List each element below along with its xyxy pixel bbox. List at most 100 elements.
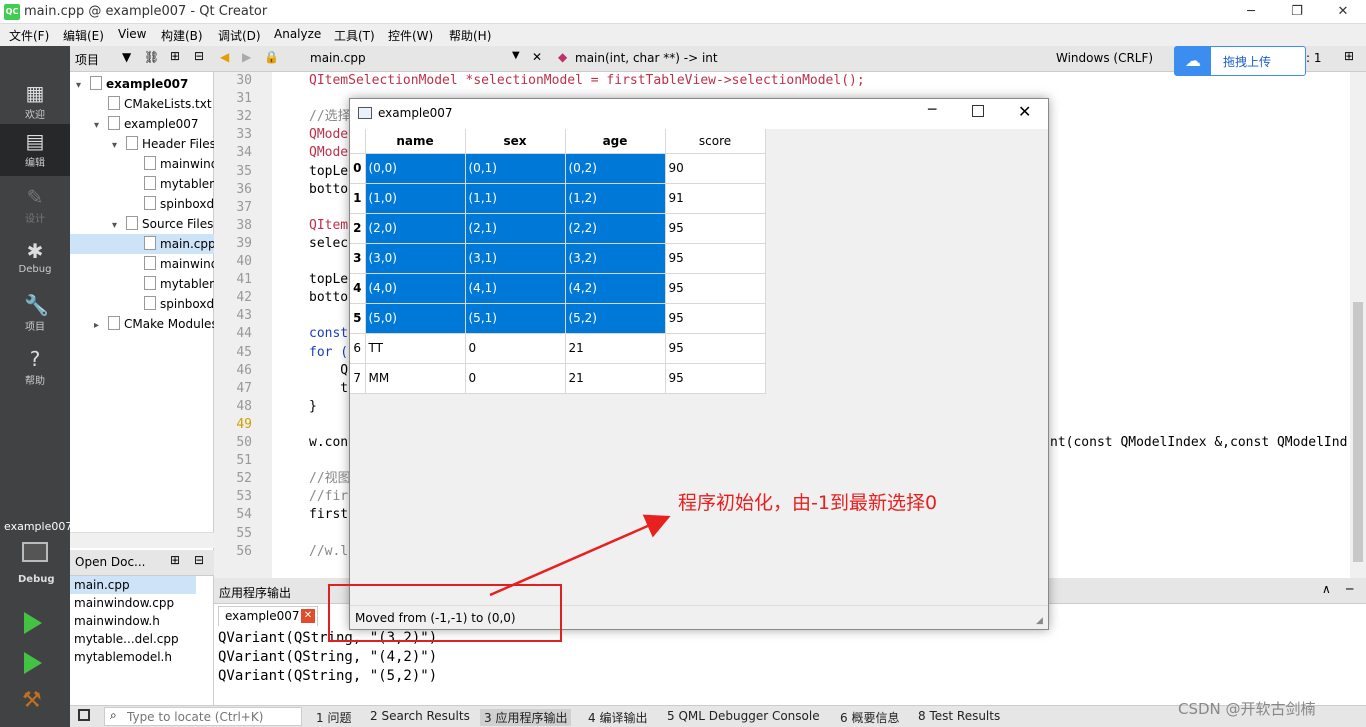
close-pane-icon[interactable]: ─ — [1346, 582, 1353, 596]
menu-tools[interactable]: 工具(T) — [334, 27, 375, 44]
row-header[interactable]: 1 — [350, 183, 366, 214]
code-line-tail[interactable]: nt(const QModelIndex &,const QModelInd — [1050, 434, 1347, 452]
close-button[interactable]: ✕ — [1320, 0, 1366, 24]
filter-icon[interactable]: ▼ — [122, 50, 131, 64]
open-doc-item[interactable]: mainwindow.h — [70, 612, 196, 630]
code-line[interactable]: topLe — [309, 163, 348, 181]
tree-item[interactable]: ▾ example007 — [70, 114, 214, 134]
tree-item[interactable]: spinboxdelegate.cpp — [70, 294, 214, 314]
table-cell[interactable]: (4,2) — [565, 273, 666, 304]
code-line[interactable]: //w.l — [309, 543, 348, 561]
debug-run-icon[interactable] — [24, 652, 42, 674]
tree-item[interactable]: CMakeLists.txt — [70, 94, 214, 114]
column-header-name[interactable]: name — [365, 129, 466, 154]
menu-analyze[interactable]: Analyze — [274, 27, 321, 41]
mode-help[interactable]: ? 帮助 — [0, 342, 70, 394]
menu-edit[interactable]: 编辑(E) — [63, 27, 104, 44]
menu-file[interactable]: 文件(F) — [9, 27, 49, 44]
table-cell[interactable]: (4,0) — [365, 273, 466, 304]
chevron-down-icon[interactable]: ▼ — [512, 50, 520, 61]
column-header-score[interactable]: score — [665, 129, 766, 154]
table-cell[interactable]: 21 — [565, 363, 666, 394]
mode-debug[interactable]: ✱ Debug — [0, 234, 70, 286]
maximize-button[interactable] — [972, 105, 984, 117]
table-cell[interactable]: 90 — [665, 153, 766, 184]
table-cell[interactable]: TT — [365, 333, 466, 364]
project-hscrollbar[interactable] — [70, 532, 214, 548]
table-cell[interactable]: (1,2) — [565, 183, 666, 214]
maximize-button[interactable]: ❐ — [1274, 0, 1320, 24]
split-icon[interactable]: ⊞ — [170, 49, 180, 63]
table-cell[interactable]: 0 — [465, 363, 566, 394]
tree-item[interactable]: ▾ Header Files — [70, 134, 214, 154]
table-cell[interactable]: (3,1) — [465, 243, 566, 274]
row-header[interactable]: 5 — [350, 303, 366, 334]
code-line[interactable]: w.con — [309, 434, 348, 452]
chevron-icon[interactable]: ▾ — [76, 76, 90, 94]
resize-grip-icon[interactable]: ◢ — [1036, 616, 1043, 626]
function-selector[interactable]: main(int, char **) -> int — [575, 51, 718, 65]
chevron-icon[interactable]: ▸ — [94, 316, 108, 334]
tree-item[interactable]: mytablemodel.h — [70, 174, 214, 194]
chevron-icon[interactable]: ▾ — [112, 136, 126, 154]
chevron-icon[interactable]: ▾ — [112, 216, 126, 234]
tree-item[interactable]: ▾ Source Files — [70, 214, 214, 234]
table-cell[interactable]: (3,2) — [565, 243, 666, 274]
open-doc-item[interactable]: mainwindow.cpp — [70, 594, 196, 612]
tree-item[interactable]: mytablemodel.cpp — [70, 274, 214, 294]
table-cell[interactable]: (5,0) — [365, 303, 466, 334]
column-header-sex[interactable]: sex — [465, 129, 566, 154]
table-cell[interactable]: MM — [365, 363, 466, 394]
menu-build[interactable]: 构建(B) — [161, 27, 203, 44]
close-button[interactable]: ✕ — [1018, 102, 1031, 121]
line-ending-selector[interactable]: Windows (CRLF) — [1056, 51, 1153, 65]
table-view[interactable]: name sex age score 0 (0,0) (0,1) (0,2) 90 1 (1… — [350, 129, 1048, 605]
table-cell[interactable]: 21 — [565, 333, 666, 364]
upload-widget[interactable]: ☁ 拖拽上传 — [1174, 46, 1306, 76]
table-row[interactable]: 3 (3,0) (3,1) (3,2) 95 — [350, 243, 766, 274]
open-doc-item[interactable]: mytablemodel.h — [70, 648, 196, 666]
row-header[interactable]: 3 — [350, 243, 366, 274]
open-docs-title[interactable]: Open Doc... — [75, 555, 146, 569]
maximize-pane-icon[interactable]: ∧ — [1322, 582, 1331, 596]
table-cell[interactable]: (1,0) — [365, 183, 466, 214]
forward-icon[interactable]: ▶ — [242, 50, 251, 64]
tree-item[interactable]: spinboxdelegate.h — [70, 194, 214, 214]
row-header[interactable]: 0 — [350, 153, 366, 184]
corner-header[interactable] — [350, 129, 366, 154]
code-line[interactable]: selec — [309, 235, 348, 253]
table-cell[interactable]: 95 — [665, 363, 766, 394]
close-panel-icon[interactable]: ⊟ — [194, 49, 204, 63]
file-selector[interactable]: main.cpp — [310, 51, 366, 65]
table-cell[interactable]: (0,2) — [565, 153, 666, 184]
tree-item[interactable]: mainwindow.cpp — [70, 254, 214, 274]
mode-design[interactable]: ✎ 设计 — [0, 180, 70, 232]
row-header[interactable]: 2 — [350, 213, 366, 244]
table-cell[interactable]: (1,1) — [465, 183, 566, 214]
table-row[interactable]: 1 (1,0) (1,1) (1,2) 91 — [350, 183, 766, 214]
table-cell[interactable]: (5,1) — [465, 303, 566, 334]
table-row[interactable]: 4 (4,0) (4,1) (4,2) 95 — [350, 273, 766, 304]
table-cell[interactable]: (4,1) — [465, 273, 566, 304]
code-line[interactable]: botto — [309, 181, 348, 199]
data-table[interactable]: name sex age score 0 (0,0) (0,1) (0,2) 90 1 (1… — [350, 129, 766, 394]
table-cell[interactable]: (0,0) — [365, 153, 466, 184]
tab-app-output[interactable]: 3 应用程序输出 — [480, 709, 572, 726]
mode-edit[interactable]: ▤ 编辑 — [0, 124, 70, 176]
code-line[interactable]: t — [309, 380, 348, 398]
table-row[interactable]: 5 (5,0) (5,1) (5,2) 95 — [350, 303, 766, 334]
chevron-icon[interactable]: ▾ — [94, 116, 108, 134]
row-header[interactable]: 6 — [350, 333, 366, 364]
table-cell[interactable]: 95 — [665, 333, 766, 364]
tab-search-results[interactable]: 2 Search Results — [370, 709, 470, 723]
tab-issues[interactable]: 1 问题 — [316, 709, 351, 726]
code-line[interactable]: first — [309, 506, 348, 524]
editor-vscrollbar[interactable] — [1350, 72, 1366, 578]
tab-general-messages[interactable]: 6 概要信息 — [840, 709, 899, 726]
table-cell[interactable]: (2,1) — [465, 213, 566, 244]
tree-item[interactable]: main.cpp — [70, 234, 214, 254]
table-cell[interactable]: 95 — [665, 303, 766, 334]
tab-qml-console[interactable]: 5 QML Debugger Console — [667, 709, 820, 723]
table-cell[interactable]: (0,1) — [465, 153, 566, 184]
table-cell[interactable]: 95 — [665, 243, 766, 274]
